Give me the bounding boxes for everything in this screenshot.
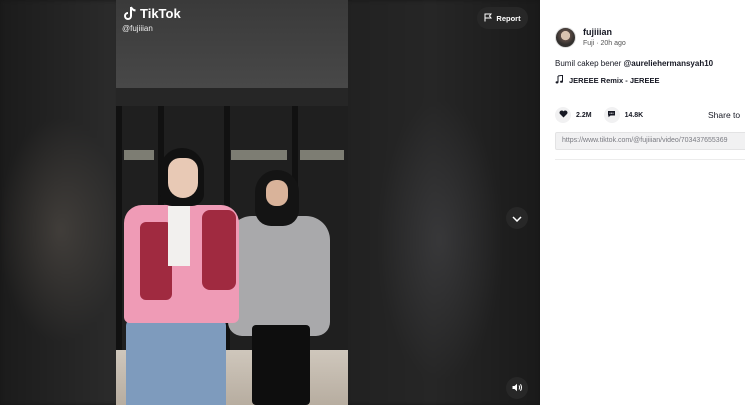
person-2-legs bbox=[252, 325, 310, 405]
tiktok-watermark-text: TikTok bbox=[140, 6, 181, 21]
video-info-panel: fujiiian Fuji · 20h ago Bumil cakep bene… bbox=[540, 0, 745, 405]
caption-mention-link[interactable]: @aureliehermansyah10 bbox=[623, 59, 713, 68]
person-1-jacket-panel bbox=[202, 210, 236, 290]
video-scene-beam bbox=[116, 88, 348, 108]
author-username[interactable]: fujiiian bbox=[583, 27, 612, 37]
flag-icon bbox=[484, 13, 493, 24]
like-button[interactable] bbox=[555, 107, 571, 123]
report-label: Report bbox=[496, 13, 521, 23]
door-light bbox=[300, 150, 344, 160]
next-video-button[interactable] bbox=[506, 207, 528, 229]
avatar[interactable] bbox=[555, 27, 576, 48]
door-light bbox=[124, 150, 154, 160]
heart-icon bbox=[559, 110, 568, 120]
author-meta: Fuji · 20h ago bbox=[583, 40, 626, 47]
music-link[interactable]: JEREEE Remix - JEREEE bbox=[555, 74, 660, 86]
volume-button[interactable] bbox=[506, 377, 528, 399]
comment-button[interactable] bbox=[603, 107, 620, 123]
music-title: JEREEE Remix - JEREEE bbox=[569, 76, 660, 85]
comment-icon bbox=[607, 110, 616, 120]
engagement-stats: 2.2M 14.8K bbox=[555, 107, 655, 123]
report-button[interactable]: Report bbox=[477, 7, 528, 29]
tiktok-note-icon bbox=[124, 6, 137, 21]
video-link-field[interactable]: https://www.tiktok.com/@fujiiian/video/7… bbox=[555, 132, 745, 150]
person-1-shirt bbox=[168, 206, 190, 266]
person-2-face bbox=[266, 180, 288, 206]
video-caption: Bumil cakep bener @aureliehermansyah10 bbox=[555, 59, 713, 68]
share-to-label: Share to bbox=[708, 110, 741, 120]
music-note-icon bbox=[555, 74, 563, 86]
person-2-top bbox=[228, 216, 330, 336]
video-player[interactable] bbox=[116, 0, 348, 405]
caption-text: Bumil cakep bener bbox=[555, 59, 624, 68]
person-1-face bbox=[168, 158, 198, 198]
person-1-jeans bbox=[126, 318, 226, 405]
divider bbox=[555, 159, 745, 160]
video-viewer: TikTok @fujiiian Report bbox=[0, 0, 540, 405]
tiktok-watermark: TikTok bbox=[124, 6, 181, 21]
speaker-icon bbox=[512, 379, 523, 397]
chevron-down-icon bbox=[512, 209, 522, 227]
like-count: 2.2M bbox=[576, 111, 592, 119]
comment-count: 14.8K bbox=[624, 111, 644, 119]
watermark-handle: @fujiiian bbox=[122, 24, 153, 33]
door-light bbox=[231, 150, 287, 160]
door-frame bbox=[116, 106, 122, 356]
